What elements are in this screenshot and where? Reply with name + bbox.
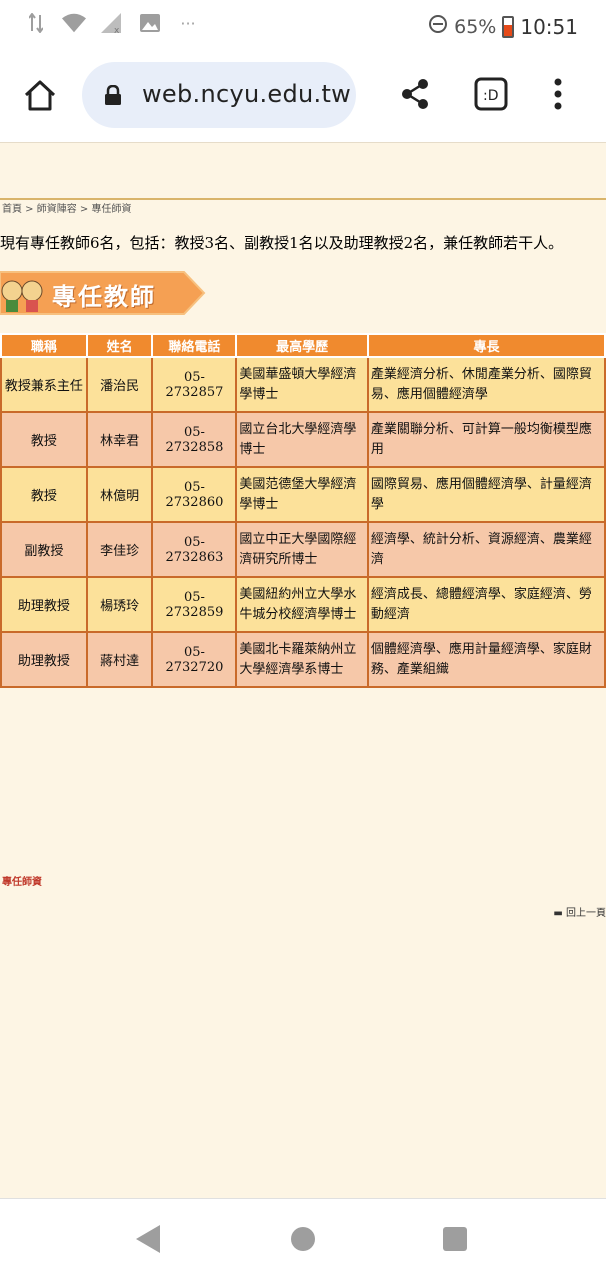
lock-icon <box>104 84 122 105</box>
cell-education: 國立中正大學國際經濟研究所博士 <box>235 521 369 578</box>
home-circle-icon[interactable] <box>291 1227 315 1251</box>
back-icon[interactable] <box>136 1225 160 1253</box>
cell-title: 副教授 <box>0 521 88 578</box>
cell-education: 美國北卡羅萊納州立大學經濟學系博士 <box>235 631 369 688</box>
cell-specialty: 個體經濟學、應用計量經濟學、家庭財務、產業組織 <box>366 631 606 688</box>
cell-education: 美國華盛頓大學經濟學博士 <box>235 356 369 413</box>
col-header-education: 最高學歷 <box>235 333 369 358</box>
data-arrows-icon <box>24 12 48 34</box>
table-row: 副教授 李佳珍 05-2732863 國立中正大學國際經濟研究所博士 經濟學、統… <box>0 521 606 578</box>
battery-percent: 65% <box>454 15 497 38</box>
cell-title: 教授 <box>0 411 88 468</box>
table-row: 助理教授 楊琇玲 05-2732859 美國紐約州立大學水牛城分校經濟學博士 經… <box>0 576 606 633</box>
cell-education: 美國紐約州立大學水牛城分校經濟學博士 <box>235 576 369 633</box>
page-content: 首頁 > 師資陣容 > 專任師資 現有專任教師6名，包括：教授3名、副教授1名以… <box>0 143 606 1198</box>
cell-phone: 05-2732863 <box>151 521 238 578</box>
svg-text::D: :D <box>483 88 499 104</box>
cell-name: 林幸君 <box>85 411 154 468</box>
cell-name: 李佳珍 <box>85 521 154 578</box>
back-dash-icon: ▬ <box>553 908 566 919</box>
image-icon <box>138 12 162 34</box>
tab-switcher-icon[interactable]: :D <box>473 76 509 112</box>
back-link[interactable]: ▬ 回上一頁 <box>553 904 606 919</box>
cell-phone: 05-2732859 <box>151 576 238 633</box>
cell-name: 蔣村達 <box>85 631 154 688</box>
clock: 10:51 <box>520 14 578 39</box>
battery-icon <box>502 15 515 38</box>
signal-icon: x <box>100 12 124 34</box>
section-banner: 專任教師 <box>0 270 206 316</box>
cell-name: 林億明 <box>85 466 154 523</box>
dnd-icon <box>428 14 448 39</box>
table-row: 教授兼系主任 潘治民 05-2732857 美國華盛頓大學經濟學博士 產業經濟分… <box>0 356 606 413</box>
system-nav-bar <box>0 1198 606 1280</box>
recent-apps-icon[interactable] <box>443 1227 467 1251</box>
url-text: web.ncyu.edu.tw <box>142 80 352 108</box>
cell-name: 潘治民 <box>85 356 154 413</box>
cell-specialty: 國際貿易、應用個體經濟學、計量經濟學 <box>366 466 606 523</box>
status-bar: x ··· 65% 10:51 <box>0 0 606 56</box>
wifi-icon <box>62 12 86 34</box>
table-row: 教授 林億明 05-2732860 美國范德堡大學經濟學博士 國際貿易、應用個體… <box>0 466 606 523</box>
faculty-table: 職稱 姓名 聯絡電話 最高學歷 專長 教授兼系主任 潘治民 05-2732857… <box>0 333 606 688</box>
address-bar[interactable]: web.ncyu.edu.tw <box>82 62 356 128</box>
cell-education: 美國范德堡大學經濟學博士 <box>235 466 369 523</box>
cell-title: 助理教授 <box>0 631 88 688</box>
cell-specialty: 產業經濟分析、休閒產業分析、國際貿易、應用個體經濟學 <box>366 356 606 413</box>
table-row: 助理教授 蔣村達 05-2732720 美國北卡羅萊納州立大學經濟學系博士 個體… <box>0 631 606 688</box>
col-header-title: 職稱 <box>0 333 88 358</box>
cell-phone: 05-2732720 <box>151 631 238 688</box>
col-header-specialty: 專長 <box>366 333 606 358</box>
cell-title: 教授兼系主任 <box>0 356 88 413</box>
cell-specialty: 產業關聯分析、可計算一般均衡模型應用 <box>366 411 606 468</box>
share-icon[interactable] <box>397 76 433 112</box>
table-row: 教授 林幸君 05-2732858 國立台北大學經濟學博士 產業關聯分析、可計算… <box>0 411 606 468</box>
svg-text:x: x <box>114 26 120 33</box>
intro-text: 現有專任教師6名，包括：教授3名、副教授1名以及助理教授2名，兼任教師若干人。 <box>0 234 564 252</box>
breadcrumb[interactable]: 首頁 > 師資陣容 > 專任師資 <box>2 200 131 215</box>
overflow-menu-icon[interactable] <box>540 76 576 112</box>
cell-phone: 05-2732860 <box>151 466 238 523</box>
cell-specialty: 經濟成長、總體經濟學、家庭經濟、勞動經濟 <box>366 576 606 633</box>
cell-name: 楊琇玲 <box>85 576 154 633</box>
cell-specialty: 經濟學、統計分析、資源經濟、農業經濟 <box>366 521 606 578</box>
col-header-name: 姓名 <box>85 333 154 358</box>
banner-title: 專任教師 <box>52 282 156 311</box>
cell-title: 助理教授 <box>0 576 88 633</box>
more-notifications-icon: ··· <box>180 13 196 33</box>
home-icon[interactable] <box>22 78 58 114</box>
cell-phone: 05-2732858 <box>151 411 238 468</box>
cell-education: 國立台北大學經濟學博士 <box>235 411 369 468</box>
cell-phone: 05-2732857 <box>151 356 238 413</box>
table-header-row: 職稱 姓名 聯絡電話 最高學歷 專長 <box>0 333 606 358</box>
cell-title: 教授 <box>0 466 88 523</box>
col-header-phone: 聯絡電話 <box>151 333 238 358</box>
back-link-label: 回上一頁 <box>566 908 606 919</box>
footer-faculty-link[interactable]: 專任師資 <box>2 873 42 888</box>
browser-toolbar: web.ncyu.edu.tw :D <box>0 56 606 143</box>
